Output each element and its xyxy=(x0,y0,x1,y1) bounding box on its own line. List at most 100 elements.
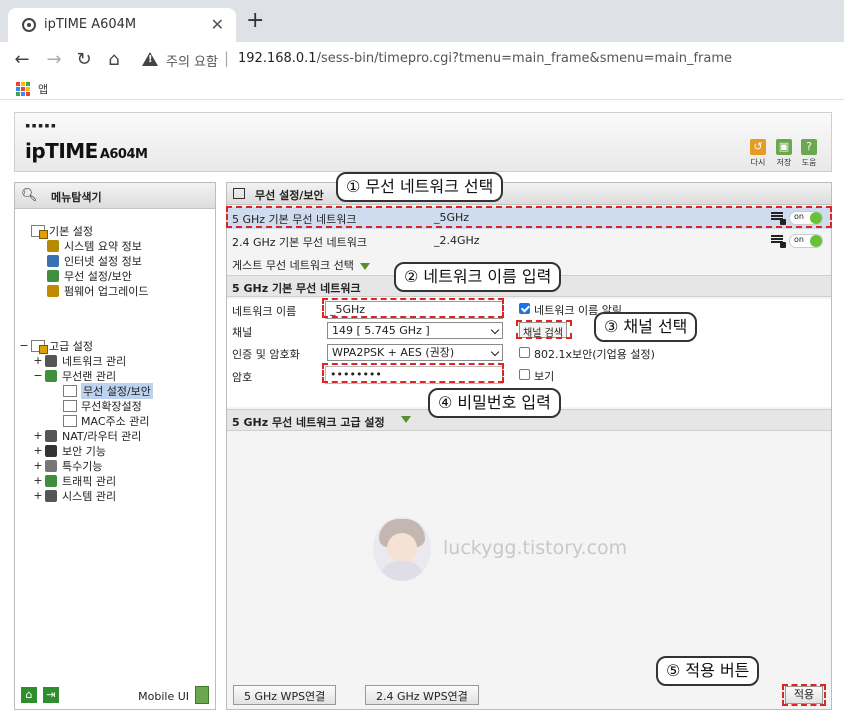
help-button[interactable]: ? 도움 xyxy=(800,139,818,168)
enterprise-label: 802.1x보안(기업용 설정) xyxy=(534,348,655,361)
iptime-logo: ipTIME A604M xyxy=(25,139,148,163)
home-icon[interactable]: ⌂ xyxy=(21,687,37,703)
auth-select[interactable]: WPA2PSK + AES (권장) xyxy=(327,344,503,361)
highlight-channel-search xyxy=(516,320,572,339)
tree-special-features[interactable]: + 특수기능 xyxy=(33,458,102,473)
expand-triangle-icon xyxy=(359,262,370,270)
callout-apply-button: ⑤ 적용 버튼 xyxy=(656,656,760,686)
avatar xyxy=(373,517,431,581)
tree-wireless-security-basic[interactable]: 무선 설정/보안 xyxy=(47,268,132,283)
security-status: 주의 요함 xyxy=(166,55,218,70)
address-bar: ← → ↻ ⌂ 주의 요함 | 192.168.0.1/sess-bin/tim… xyxy=(0,42,844,78)
tree-system-summary[interactable]: 시스템 요약 정보 xyxy=(47,238,142,253)
folder-icon xyxy=(31,224,48,239)
guest-network-select[interactable]: 게스트 무선 네트워크 선택 xyxy=(232,257,370,273)
upgrade-icon xyxy=(47,284,59,297)
monitor-icon xyxy=(47,254,59,267)
wps-24ghz-button[interactable]: 2.4 GHz WPS연결 xyxy=(365,685,479,705)
tree-basic-settings[interactable]: 기본 설정 xyxy=(19,223,93,239)
tree-network-management[interactable]: + 네트워크 관리 xyxy=(33,353,126,368)
new-tab-button[interactable]: + xyxy=(246,10,264,32)
tree-mac-management[interactable]: MAC주소 관리 xyxy=(63,413,149,428)
network-name-label: 네트워크 이름 xyxy=(232,305,297,318)
show-password-label: 보기 xyxy=(534,370,555,383)
highlight-network-name xyxy=(322,298,504,318)
traffic-icon xyxy=(45,474,57,487)
watermark-text: luckygg.tistory.com xyxy=(443,537,628,559)
page-icon xyxy=(63,384,77,397)
tree-wireless-extension[interactable]: 무선확장설정 xyxy=(63,398,142,413)
help-icon: ? xyxy=(801,139,817,155)
apps-bookmark[interactable]: 앱 xyxy=(38,81,48,97)
feature-icon xyxy=(45,459,57,472)
auth-label: 인증 및 암호화 xyxy=(232,348,300,361)
warning-icon xyxy=(142,52,158,66)
menu-explorer-header: 🔍︎ 메뉴탐색기 xyxy=(15,183,215,209)
logo-dots: ▪▪▪▪▪ xyxy=(25,121,58,131)
mobile-ui-link[interactable]: Mobile UI xyxy=(138,690,189,703)
wps-5ghz-button[interactable]: 5 GHz WPS연결 xyxy=(233,685,337,705)
globe-icon xyxy=(22,18,36,32)
mobile-phone-icon[interactable] xyxy=(195,686,209,704)
system-icon xyxy=(45,489,57,502)
back-arrow-icon[interactable]: ← xyxy=(10,49,34,70)
url-field[interactable]: 주의 요함 | 192.168.0.1/sess-bin/timepro.cgi… xyxy=(132,46,838,74)
tree-system-management[interactable]: + 시스템 관리 xyxy=(33,488,116,503)
url-text: 192.168.0.1/sess-bin/timepro.cgi?tmenu=m… xyxy=(238,51,733,66)
callout-select-channel: ③ 채널 선택 xyxy=(594,312,698,342)
logout-icon[interactable]: ⇥ xyxy=(43,687,59,703)
callout-select-network: ① 무선 네트워크 선택 xyxy=(336,172,504,202)
panel-header: 무선 설정/보안 xyxy=(227,183,831,205)
home-icon[interactable]: ⌂ xyxy=(102,49,126,70)
enterprise-checkbox[interactable] xyxy=(519,347,530,358)
reload-icon[interactable]: ↻ xyxy=(72,49,96,70)
network-icon xyxy=(45,354,57,367)
chart-icon xyxy=(47,239,59,252)
callout-enter-password: ④ 비밀번호 입력 xyxy=(428,388,561,418)
router-header: ▪▪▪▪▪ ipTIME A604M ↺ 다시 ▣ 저장 ? 도움 xyxy=(14,112,832,172)
network-row-24ghz[interactable]: 2.4 GHz 기본 무선 네트워크 _2.4GHz on xyxy=(227,230,831,252)
channel-select[interactable]: 149 [ 5.745 GHz ] xyxy=(327,322,503,339)
save-button[interactable]: ▣ 저장 xyxy=(775,139,793,168)
router-icon xyxy=(45,429,57,442)
forward-arrow-icon[interactable]: → xyxy=(42,49,66,70)
refresh-button[interactable]: ↺ 다시 xyxy=(749,139,767,168)
menu-explorer-footer: ⌂ ⇥ Mobile UI xyxy=(15,683,215,709)
highlight-apply xyxy=(782,684,826,706)
search-icon: 🔍︎ xyxy=(21,188,38,203)
tree-internet-settings[interactable]: 인터넷 설정 정보 xyxy=(47,253,142,268)
highlight-password xyxy=(322,363,504,383)
tree-advanced-settings[interactable]: − 고급 설정 xyxy=(19,338,93,354)
highlight-5ghz-row xyxy=(226,206,832,228)
browser-tab[interactable]: ipTIME A604M ✕ xyxy=(8,8,236,42)
show-password-checkbox[interactable] xyxy=(519,369,530,380)
tab-title: ipTIME A604M xyxy=(44,17,137,32)
wifi-lock-icon xyxy=(771,235,786,248)
page-icon xyxy=(63,399,77,412)
tree-firmware-upgrade[interactable]: 펌웨어 업그레이드 xyxy=(47,283,148,298)
page-icon xyxy=(63,414,77,427)
tree-nat-router[interactable]: + NAT/라우터 관리 xyxy=(33,428,141,443)
tree-security[interactable]: + 보안 기능 xyxy=(33,443,106,458)
menu-explorer-title: 메뉴탐색기 xyxy=(51,191,102,204)
antenna-icon xyxy=(45,369,57,382)
channel-label: 채널 xyxy=(232,326,253,339)
watermark: luckygg.tistory.com xyxy=(373,517,633,587)
lock-icon xyxy=(45,444,57,457)
antenna-icon xyxy=(47,269,59,282)
url-separator: | xyxy=(224,49,230,67)
window-icon xyxy=(233,188,245,199)
tree-wireless-management[interactable]: − 무선랜 관리 xyxy=(33,368,116,383)
password-label: 암호 xyxy=(232,371,253,384)
panel-title: 무선 설정/보안 xyxy=(255,189,324,202)
refresh-icon: ↺ xyxy=(750,139,766,155)
apps-grid-icon[interactable] xyxy=(16,82,30,96)
broadcast-checkbox[interactable] xyxy=(519,303,530,314)
close-tab-icon[interactable]: ✕ xyxy=(211,15,224,34)
toggle-24ghz[interactable]: on xyxy=(789,234,823,248)
bookmarks-bar: 앱 xyxy=(0,78,844,100)
tree-traffic-management[interactable]: + 트래픽 관리 xyxy=(33,473,116,488)
tree-wireless-security[interactable]: 무선 설정/보안 xyxy=(63,382,153,399)
expand-triangle-icon xyxy=(401,416,411,423)
folder-icon xyxy=(31,339,48,354)
